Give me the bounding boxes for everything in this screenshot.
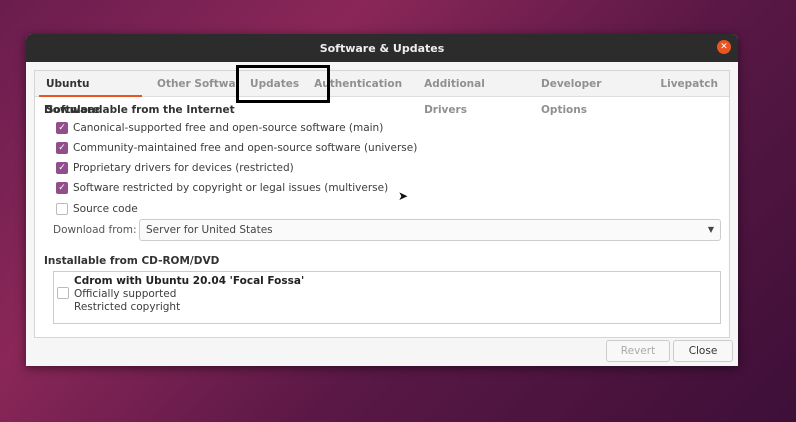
tab-livepatch[interactable]: Livepatch (649, 71, 729, 97)
checkbox-label: Canonical-supported free and open-source… (73, 122, 384, 134)
cdrom-heading: Installable from CD-ROM/DVD (44, 255, 220, 267)
internet-heading: Downloadable from the Internet (44, 104, 235, 116)
notebook: Ubuntu Software Other Software Updates A… (34, 70, 730, 338)
tab-additional-drivers[interactable]: Additional Drivers (413, 71, 530, 116)
checkbox-label: Source code (73, 203, 138, 215)
dropdown-arrow-icon: ▼ (707, 225, 714, 234)
checkbox-unchecked-icon (56, 203, 68, 215)
checkbox-checked-icon: ✓ (56, 162, 68, 174)
checkbox-multiverse[interactable]: ✓ Software restricted by copyright or leg… (56, 182, 388, 194)
revert-button[interactable]: Revert (606, 340, 670, 362)
close-button[interactable]: Close (673, 340, 733, 362)
cdrom-checkbox[interactable] (57, 287, 69, 299)
checkbox-label: Community-maintained free and open-sourc… (73, 142, 418, 154)
mouse-cursor-icon: ➤ (398, 189, 409, 203)
download-from-label: Download from: (53, 224, 137, 236)
software-updates-window: Software & Updates ✕ Ubuntu Software Oth… (26, 34, 738, 366)
download-server-select[interactable]: Server for United States ▼ (139, 219, 721, 241)
close-icon: ✕ (720, 42, 728, 52)
cdrom-line1: Officially supported (74, 288, 177, 300)
checkbox-restricted[interactable]: ✓ Proprietary drivers for devices (restri… (56, 162, 294, 174)
tab-bar: Ubuntu Software Other Software Updates A… (35, 71, 729, 116)
checkbox-universe[interactable]: ✓ Community-maintained free and open-sour… (56, 142, 417, 154)
cdrom-title: Cdrom with Ubuntu 20.04 'Focal Fossa' (74, 275, 305, 287)
checkbox-checked-icon: ✓ (56, 142, 68, 154)
checkbox-label: Proprietary drivers for devices (restric… (73, 162, 294, 174)
window-title: Software & Updates (319, 41, 445, 55)
title-bar: Software & Updates ✕ (26, 34, 738, 62)
close-window-button[interactable]: ✕ (717, 40, 731, 54)
download-server-value: Server for United States (146, 224, 273, 236)
tab-developer-options[interactable]: Developer Options (530, 71, 649, 116)
checkbox-checked-icon: ✓ (56, 182, 68, 194)
highlight-box (236, 65, 330, 103)
tab-ubuntu-software[interactable]: Ubuntu Software (35, 71, 146, 116)
tab-other-software[interactable]: Other Software (146, 71, 237, 97)
checkbox-checked-icon: ✓ (56, 122, 68, 134)
checkbox-label: Software restricted by copyright or lega… (73, 182, 389, 194)
checkbox-source-code[interactable]: Source code (56, 203, 138, 215)
checkbox-main[interactable]: ✓ Canonical-supported free and open-sourc… (56, 122, 383, 134)
cdrom-list: Cdrom with Ubuntu 20.04 'Focal Fossa' Of… (53, 271, 721, 324)
cdrom-line2: Restricted copyright (74, 301, 181, 313)
